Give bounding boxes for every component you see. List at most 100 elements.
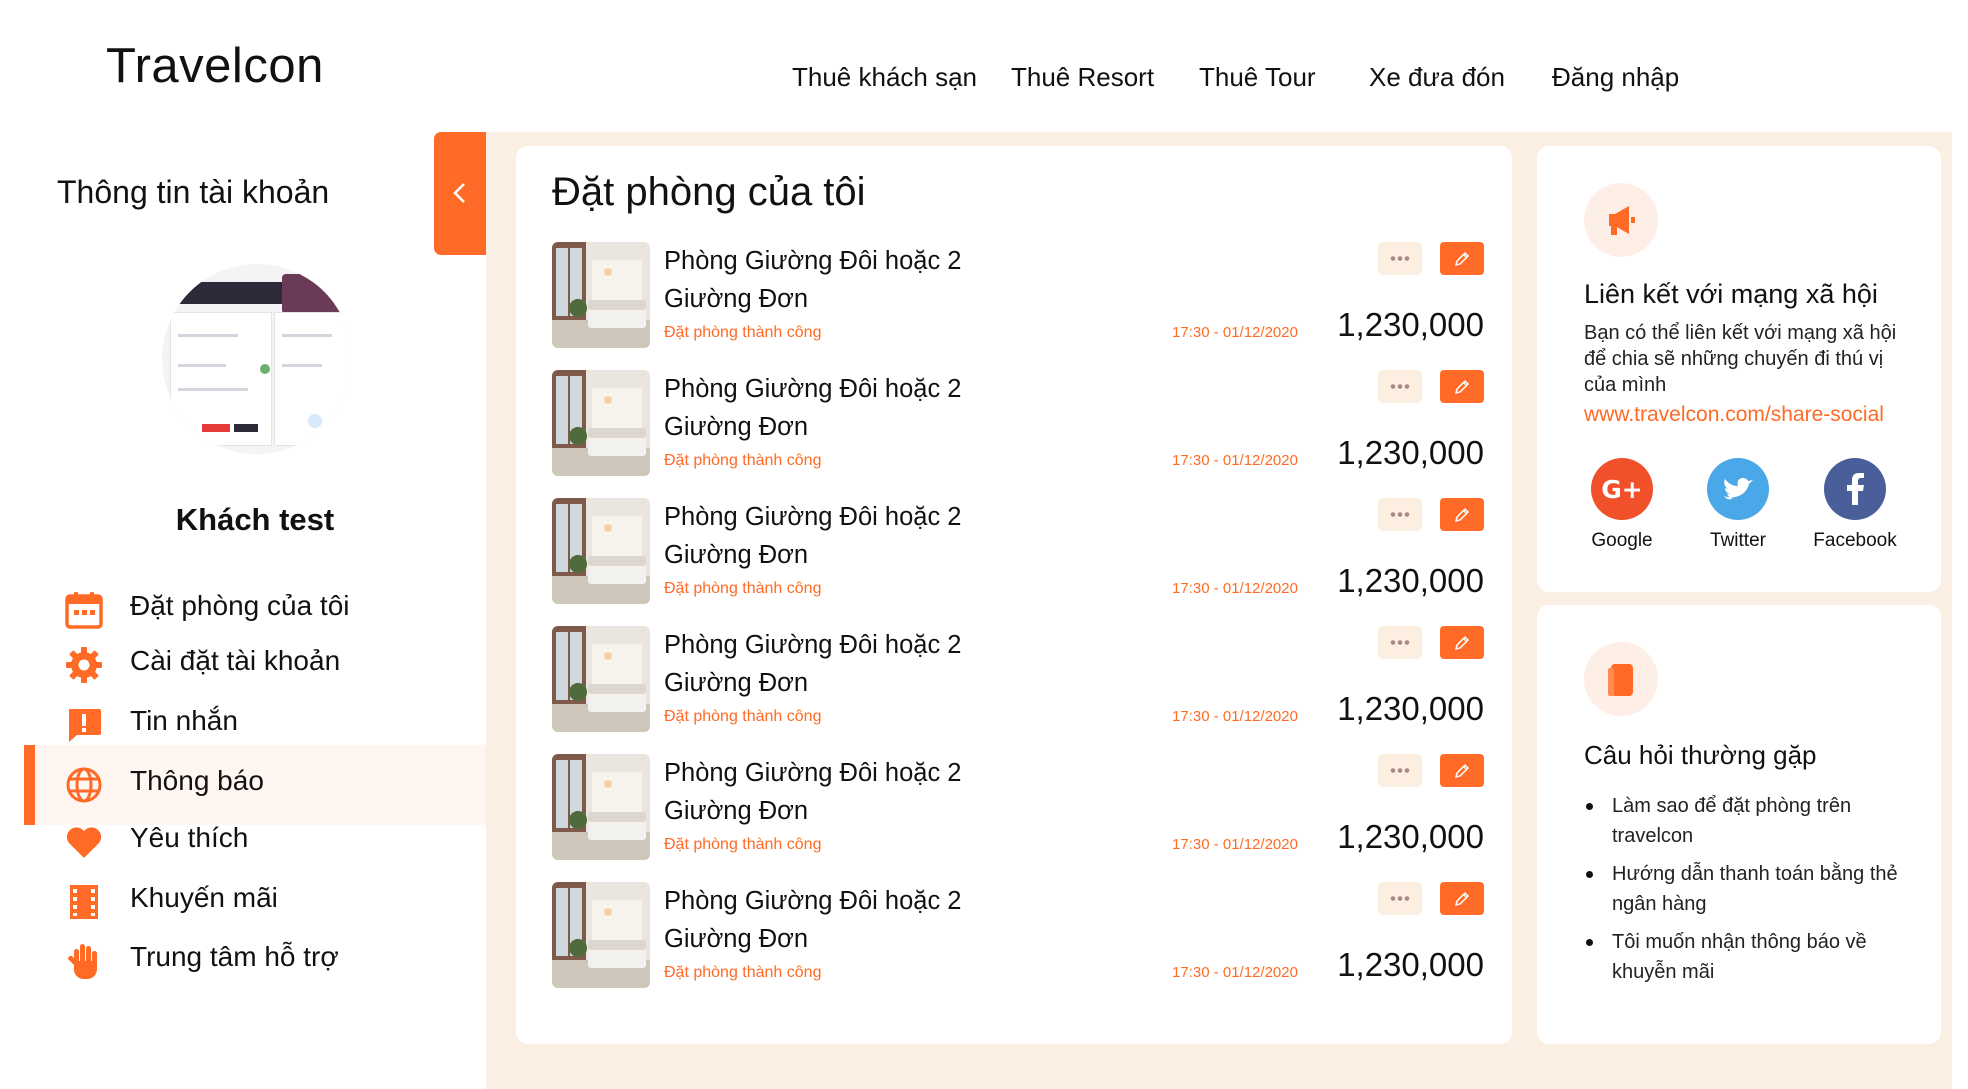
room-name[interactable]: Phòng Giường Đôi hoặc 2 Giường Đơn	[664, 370, 994, 446]
edit-booking-button[interactable]	[1440, 370, 1484, 403]
faq-item[interactable]: Làm sao để đặt phòng trên travelcon	[1584, 791, 1914, 851]
social-card: Liên kết với mạng xã hội Bạn có thể liên…	[1537, 146, 1941, 592]
faq-item-text: Tôi muốn nhận thông báo về khuyễn mãi	[1612, 931, 1867, 983]
nav-resort[interactable]: Thuê Resort	[1011, 62, 1154, 93]
booking-row[interactable]: Phòng Giường Đôi hoặc 2 Giường Đơn Đặt ph…	[552, 882, 1484, 994]
twitter-button[interactable]: Twitter	[1683, 458, 1793, 552]
room-thumbnail[interactable]	[552, 626, 650, 732]
nav-tour[interactable]: Thuê Tour	[1199, 62, 1316, 93]
room-thumbnail[interactable]	[552, 754, 650, 860]
more-options-button[interactable]	[1378, 882, 1422, 915]
pencil-icon	[1454, 635, 1470, 651]
more-options-button[interactable]	[1378, 370, 1422, 403]
edit-booking-button[interactable]	[1440, 882, 1484, 915]
edit-booking-button[interactable]	[1440, 754, 1484, 787]
room-name[interactable]: Phòng Giường Đôi hoặc 2 Giường Đơn	[664, 754, 994, 830]
share-social-link[interactable]: www.travelcon.com/share-social	[1584, 403, 1884, 427]
sidebar-item-label: Thông báo	[130, 765, 264, 796]
account-sidebar: Thông tin tài khoản Khách test Đặt phòng…	[24, 132, 486, 1089]
booking-price: 1,230,000	[1337, 946, 1484, 983]
twitter-label: Twitter	[1710, 530, 1766, 551]
bookings-card: Đặt phòng của tôi Phòng Giường Đôi hoặc …	[516, 146, 1512, 1044]
booking-row[interactable]: Phòng Giường Đôi hoặc 2 Giường Đơn Đặt ph…	[552, 754, 1484, 866]
page-title: Đặt phòng của tôi	[552, 170, 866, 214]
sidebar-item-support[interactable]: Trung tâm hỗ trợ	[24, 921, 486, 1001]
room-thumbnail[interactable]	[552, 370, 650, 476]
collapse-sidebar-button[interactable]	[434, 132, 486, 255]
facebook-button[interactable]: Facebook	[1800, 458, 1910, 552]
booking-row[interactable]: Phòng Giường Đôi hoặc 2 Giường Đơn Đặt ph…	[552, 498, 1484, 610]
sidebar-item-label: Đặt phòng của tôi	[130, 590, 350, 621]
nav-hotel[interactable]: Thuê khách sạn	[792, 62, 977, 93]
more-dots-icon	[1390, 640, 1410, 645]
booking-row[interactable]: Phòng Giường Đôi hoặc 2 Giường Đơn Đặt ph…	[552, 242, 1484, 354]
pencil-icon	[1454, 251, 1470, 267]
google-label: Google	[1591, 530, 1653, 551]
room-name[interactable]: Phòng Giường Đôi hoặc 2 Giường Đơn	[664, 882, 994, 958]
booking-status: Đặt phòng thành công	[664, 324, 822, 341]
sidebar-title: Thông tin tài khoản	[57, 174, 330, 210]
more-dots-icon	[1390, 384, 1410, 389]
booking-status: Đặt phòng thành công	[664, 452, 822, 469]
more-dots-icon	[1390, 896, 1410, 901]
top-header: Travelcon Thuê khách sạn Thuê Resort Thu…	[24, 0, 1952, 132]
sidebar-item-label: Tin nhắn	[130, 705, 238, 736]
page: Travelcon Thuê khách sạn Thuê Resort Thu…	[0, 0, 1968, 1089]
brand-logo[interactable]: Travelcon	[106, 38, 324, 94]
room-name[interactable]: Phòng Giường Đôi hoặc 2 Giường Đơn	[664, 242, 994, 318]
booking-row[interactable]: Phòng Giường Đôi hoặc 2 Giường Đơn Đặt ph…	[552, 370, 1484, 482]
booking-status: Đặt phòng thành công	[664, 964, 822, 981]
booking-price: 1,230,000	[1337, 434, 1484, 471]
film-icon	[70, 885, 98, 919]
sidebar-item-label: Cài đặt tài khoản	[130, 645, 341, 676]
gear-icon	[66, 647, 102, 683]
booking-time: 17:30 - 01/12/2020	[1172, 708, 1298, 725]
room-name[interactable]: Phòng Giường Đôi hoặc 2 Giường Đơn	[664, 498, 994, 574]
booking-time: 17:30 - 01/12/2020	[1172, 580, 1298, 597]
edit-booking-button[interactable]	[1440, 242, 1484, 275]
booking-row[interactable]: Phòng Giường Đôi hoặc 2 Giường Đơn Đặt ph…	[552, 626, 1484, 738]
megaphone-icon	[1584, 183, 1658, 257]
nav-transfer[interactable]: Xe đưa đón	[1369, 62, 1505, 93]
faq-card: Câu hỏi thường gặp Làm sao để đặt phòng …	[1537, 605, 1941, 1044]
twitter-icon	[1707, 458, 1769, 520]
more-dots-icon	[1390, 512, 1410, 517]
more-dots-icon	[1390, 256, 1410, 261]
booking-status: Đặt phòng thành công	[664, 580, 822, 597]
book-icon	[1584, 642, 1658, 716]
more-options-button[interactable]	[1378, 498, 1422, 531]
booking-status: Đặt phòng thành công	[664, 708, 822, 725]
pencil-icon	[1454, 507, 1470, 523]
svg-text:G+: G+	[1601, 475, 1642, 504]
faq-item[interactable]: Tôi muốn nhận thông báo về khuyễn mãi	[1584, 927, 1914, 987]
more-options-button[interactable]	[1378, 242, 1422, 275]
faq-item[interactable]: Hướng dẫn thanh toán bằng thẻ ngân hàng	[1584, 859, 1914, 919]
booking-time: 17:30 - 01/12/2020	[1172, 836, 1298, 853]
heart-icon	[66, 827, 102, 858]
social-title: Liên kết với mạng xã hội	[1584, 279, 1878, 309]
message-alert-icon	[69, 709, 101, 742]
more-options-button[interactable]	[1378, 626, 1422, 659]
google-plus-icon: G+	[1591, 458, 1653, 520]
room-thumbnail[interactable]	[552, 498, 650, 604]
edit-booking-button[interactable]	[1440, 498, 1484, 531]
booking-status: Đặt phòng thành công	[664, 836, 822, 853]
more-options-button[interactable]	[1378, 754, 1422, 787]
booking-time: 17:30 - 01/12/2020	[1172, 964, 1298, 981]
avatar[interactable]	[162, 264, 352, 454]
edit-booking-button[interactable]	[1440, 626, 1484, 659]
room-thumbnail[interactable]	[552, 242, 650, 348]
facebook-label: Facebook	[1813, 530, 1897, 551]
faq-item-text: Làm sao để đặt phòng trên travelcon	[1612, 795, 1852, 847]
hand-icon	[67, 944, 97, 979]
pencil-icon	[1454, 891, 1470, 907]
pencil-icon	[1454, 763, 1470, 779]
nav-login[interactable]: Đăng nhập	[1552, 62, 1679, 93]
booking-price: 1,230,000	[1337, 690, 1484, 727]
booking-time: 17:30 - 01/12/2020	[1172, 324, 1298, 341]
room-thumbnail[interactable]	[552, 882, 650, 988]
booking-time: 17:30 - 01/12/2020	[1172, 452, 1298, 469]
google-button[interactable]: G+ Google	[1567, 458, 1677, 552]
sidebar-item-label: Trung tâm hỗ trợ	[130, 941, 339, 972]
room-name[interactable]: Phòng Giường Đôi hoặc 2 Giường Đơn	[664, 626, 994, 702]
